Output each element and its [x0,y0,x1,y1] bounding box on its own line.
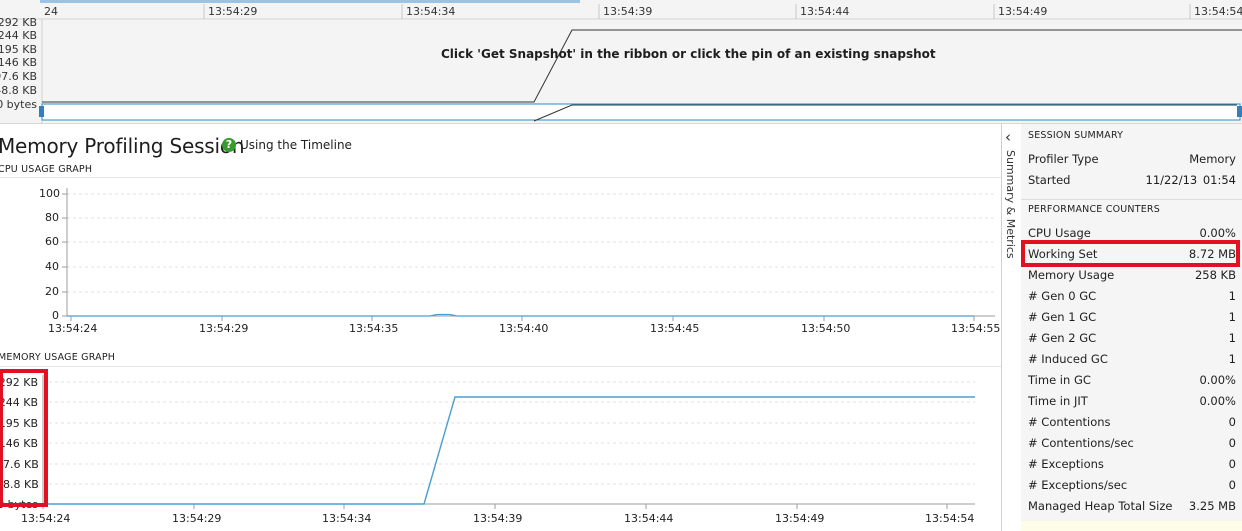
overview-tick: 13:54:54 [1194,5,1242,18]
overview-y-label: 195 KB [0,43,37,56]
counter-value: 0 [1228,456,1236,471]
counter-value: 1 [1228,309,1236,324]
memory-x-tick: 13:54:29 [172,512,222,525]
counter-label: # Exceptions [1028,456,1104,471]
cpu-x-tick: 13:54:40 [499,322,549,335]
counter-row: # Gen 1 GC 1 [1028,306,1236,327]
memory-x-tick: 13:54:39 [473,512,523,525]
overview-y-label: 48.8 KB [0,84,37,97]
cpu-y-tick: 80 [45,211,59,224]
overview-tick: 24 [44,5,58,18]
memory-x-tick: 13:54:44 [624,512,674,525]
cpu-y-tick: 60 [45,235,59,248]
performance-counters-header: PERFORMANCE COUNTERS [1028,204,1160,215]
counter-row: # Exceptions/sec 0 [1028,474,1236,495]
counter-row: # Gen 2 GC 1 [1028,327,1236,348]
counter-value: 3.25 MB [1188,498,1236,513]
counter-label: # Contentions/sec [1028,435,1134,450]
question-circle-icon[interactable]: ? [222,138,236,152]
overview-tick: 13:54:39 [603,5,653,18]
memory-graph-title: MEMORY USAGE GRAPH [0,352,116,363]
summary-row: Started 11/22/13 01:54 [1028,169,1236,190]
counter-label: # Gen 1 GC [1028,309,1097,324]
counter-value: 1 [1228,288,1236,303]
overview-y-label: 244 KB [0,29,37,42]
counter-label: # Gen 0 GC [1028,288,1097,303]
counter-value: 0.00% [1199,393,1236,408]
summary-label: Started [1028,172,1071,187]
cpu-series-line [67,313,974,317]
overview-tick: 13:54:49 [998,5,1048,18]
counter-label: # Gen 2 GC [1028,330,1097,345]
summary-value: Memory [1189,151,1236,166]
cpu-x-tick: 13:54:45 [650,322,700,335]
snapshot-hint: Click 'Get Snapshot' in the ribbon or cl… [441,47,936,61]
overview-y-label: 146 KB [0,56,37,69]
counter-value: 0.00% [1199,372,1236,387]
counter-value: 258 KB [1194,267,1236,282]
counter-row: # Contentions 0 [1028,411,1236,432]
memory-x-tick: 13:54:24 [21,512,71,525]
overview-y-label: 292 KB [0,16,37,29]
panel-footer [1021,521,1242,531]
counter-row: Managed Heap Total Size 3.25 MB [1028,495,1236,516]
overview-chart [0,4,1242,124]
counter-label: Managed Heap Total Size [1028,498,1173,513]
highlight-box [1021,240,1240,267]
counter-label: # Exceptions/sec [1028,477,1128,492]
counter-value: 0 [1228,414,1236,429]
cpu-graph-title: CPU USAGE GRAPH [0,164,93,175]
overview-selection-bar [41,103,1241,121]
overview-series-line [42,29,1242,103]
summary-value: 11/22/13 01:54 [1145,172,1236,187]
cpu-x-tick: 13:54:50 [801,322,851,335]
cpu-y-tick: 40 [45,260,59,273]
memory-x-tick: 13:54:49 [775,512,825,525]
memory-x-tick: 13:54:54 [925,512,975,525]
summary-row: Profiler Type Memory [1028,148,1236,169]
chevron-left-icon[interactable]: ‹ [1005,128,1011,146]
counter-value: 0.00% [1199,225,1236,240]
cpu-y-tick: 20 [45,285,59,298]
counter-label: Memory Usage [1028,267,1115,282]
cpu-x-tick: 13:54:35 [349,322,399,335]
counter-row: Time in GC 0.00% [1028,369,1236,390]
memory-usage-chart [42,375,975,509]
cpu-y-tick: 100 [39,187,60,200]
counter-row: # Induced GC 1 [1028,348,1236,369]
summary-label: Profiler Type [1028,151,1099,166]
overview-tick: 13:54:34 [406,5,456,18]
counter-row: # Exceptions 0 [1028,453,1236,474]
overview-y-label: 0 bytes [0,98,37,111]
help-link[interactable]: Using the Timeline [240,138,352,152]
cpu-x-tick: 13:54:55 [951,322,1001,335]
counter-label: Time in JIT [1028,393,1088,408]
cpu-y-tick: 0 [52,309,59,322]
counter-value: 0 [1228,435,1236,450]
divider [1021,199,1242,200]
counter-label: CPU Usage [1028,225,1091,240]
counter-value: 0 [1228,477,1236,492]
tab-summary-metrics[interactable]: Summary & Metrics [1004,150,1017,259]
cpu-x-tick: 13:54:29 [199,322,249,335]
counter-row: Time in JIT 0.00% [1028,390,1236,411]
overview-tick: 13:54:29 [208,5,258,18]
memory-x-tick: 13:54:34 [322,512,372,525]
counter-value: 1 [1228,330,1236,345]
highlight-box [0,369,48,507]
counter-value: 1 [1228,351,1236,366]
counter-row: # Gen 0 GC 1 [1028,285,1236,306]
counter-row: # Contentions/sec 0 [1028,432,1236,453]
page-title: Memory Profiling Session [0,134,245,158]
overview-y-label: 97.6 KB [0,70,37,83]
memory-series-line [43,396,975,505]
counter-label: Time in GC [1028,372,1091,387]
counter-label: # Contentions [1028,414,1111,429]
cpu-x-tick: 13:54:24 [48,322,98,335]
overview-tick: 13:54:44 [800,5,850,18]
session-summary-header: SESSION SUMMARY [1028,130,1124,141]
counter-row: Memory Usage 258 KB [1028,264,1236,285]
counter-label: # Induced GC [1028,351,1108,366]
